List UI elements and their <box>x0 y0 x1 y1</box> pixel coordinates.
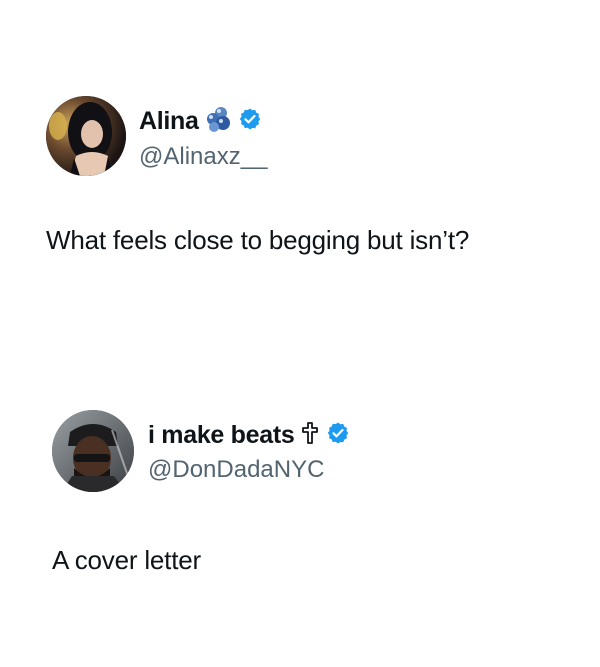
display-name[interactable]: i make beats <box>148 421 295 450</box>
cross-icon <box>300 421 320 450</box>
avatar-dondada-image <box>52 410 134 492</box>
name-row-dondada: i make beats <box>148 419 350 451</box>
verified-badge-icon <box>326 421 350 450</box>
tweet-text: A cover letter <box>52 545 201 575</box>
handle[interactable]: @DonDadaNYC <box>148 456 324 484</box>
avatar-dondada[interactable] <box>52 410 134 492</box>
tweet-dondada: i make beats @DonDadaNYC A cover letter <box>0 0 600 667</box>
